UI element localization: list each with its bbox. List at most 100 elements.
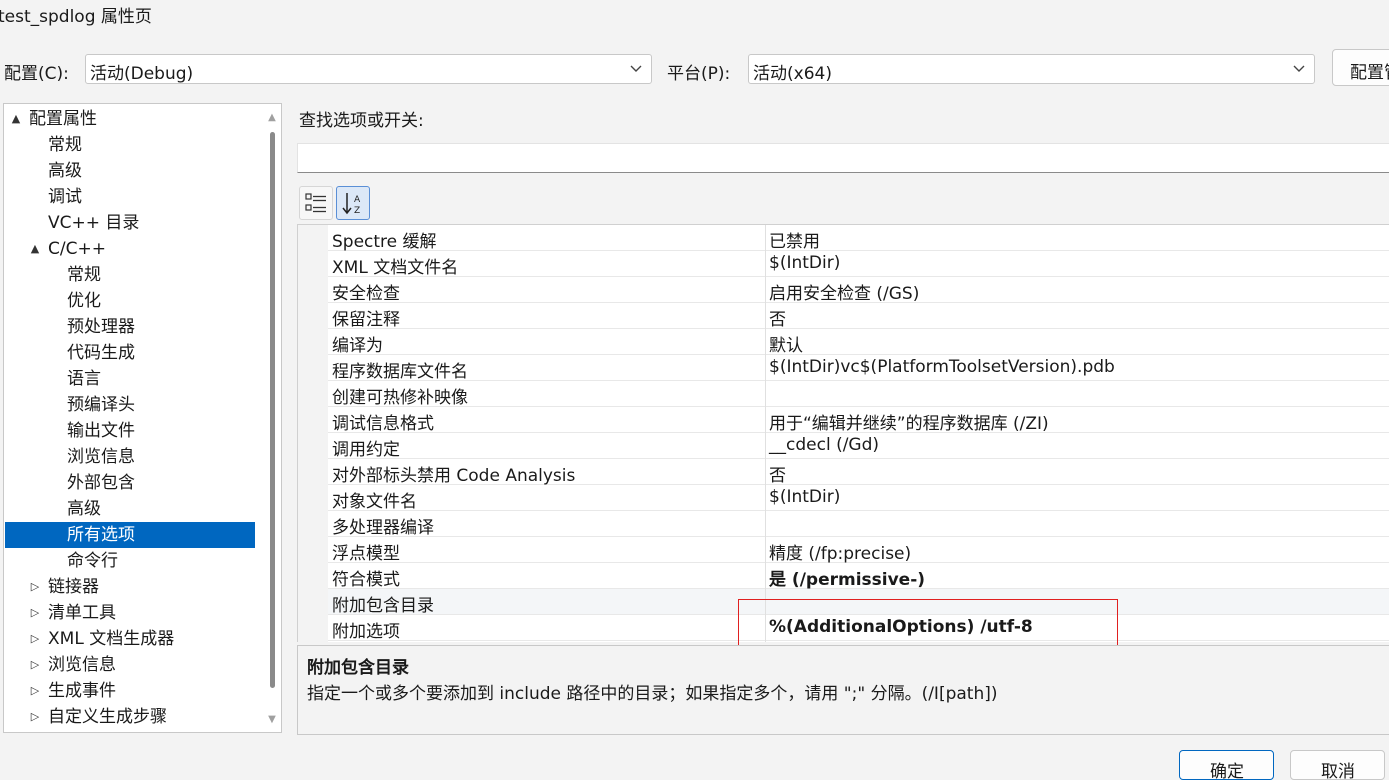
tree-item[interactable]: ▷ 浏览信息 bbox=[5, 652, 255, 678]
property-row[interactable]: 调用约定 __cdecl (/Gd) bbox=[328, 433, 1389, 460]
property-row[interactable]: 创建可热修补映像 bbox=[328, 381, 1389, 408]
property-value[interactable]: $(IntDir) bbox=[769, 487, 840, 507]
scroll-up-icon[interactable]: ▲ bbox=[266, 112, 278, 124]
property-value[interactable]: $(IntDir) bbox=[769, 253, 840, 273]
tree-scrollbar[interactable]: ▲ ▼ bbox=[265, 106, 279, 730]
property-row[interactable]: 编译为 默认 bbox=[328, 329, 1389, 356]
expanded-arrow-icon[interactable]: ▲ bbox=[29, 236, 41, 262]
property-grid[interactable]: Spectre 缓解 已禁用 XML 文档文件名 $(IntDir) 安全检查 启用安全检… bbox=[297, 224, 1389, 642]
property-tree[interactable]: ▲ 配置属性 常规 高级 调试 VC++ 目录 ▲ C/C++ 常规 优化 预处理器 代码生成 语言 预编… bbox=[3, 103, 282, 733]
collapsed-arrow-icon[interactable]: ▷ bbox=[29, 626, 41, 652]
tree-item-label: 常规 bbox=[48, 135, 82, 155]
categorized-view-button[interactable] bbox=[299, 186, 333, 220]
platform-dropdown[interactable]: 活动(x64) bbox=[748, 54, 1315, 84]
collapsed-arrow-icon[interactable]: ▷ bbox=[29, 704, 41, 730]
property-name: Spectre 缓解 bbox=[332, 232, 437, 252]
window-title: test_spdlog 属性页 bbox=[0, 7, 152, 27]
tree-item[interactable]: VC++ 目录 bbox=[5, 210, 255, 236]
tree-item-label: 常规 bbox=[67, 265, 101, 285]
tree-item-label: XML 文档生成器 bbox=[48, 629, 175, 649]
tree-item-label: 自定义生成步骤 bbox=[48, 707, 167, 727]
property-value[interactable]: 用于“编辑并继续”的程序数据库 (/ZI) bbox=[769, 409, 1049, 434]
property-value[interactable]: 精度 (/fp:precise) bbox=[769, 539, 911, 564]
property-name: 调用约定 bbox=[332, 440, 400, 460]
property-row[interactable]: 多处理器编译 bbox=[328, 511, 1389, 538]
property-row[interactable]: 保留注释 否 bbox=[328, 303, 1389, 330]
tree-item-label: C/C++ bbox=[48, 239, 106, 259]
property-value[interactable]: __cdecl (/Gd) bbox=[769, 435, 879, 455]
tree-item[interactable]: 命令行 bbox=[5, 548, 255, 574]
config-manager-button[interactable]: 配置管理器(O)... bbox=[1332, 49, 1389, 86]
property-value[interactable]: 否 bbox=[769, 305, 786, 330]
property-value[interactable]: 是 (/permissive-) bbox=[769, 565, 925, 590]
platform-label: 平台(P): bbox=[667, 64, 731, 84]
config-dropdown[interactable]: 活动(Debug) bbox=[85, 54, 652, 84]
tree-item[interactable]: 输出文件 bbox=[5, 418, 255, 444]
tree-item[interactable]: 外部包含 bbox=[5, 470, 255, 496]
tree-item-label: 清单工具 bbox=[48, 603, 116, 623]
collapsed-arrow-icon[interactable]: ▷ bbox=[29, 574, 41, 600]
property-value[interactable]: 默认 bbox=[769, 331, 803, 356]
property-row[interactable]: 程序数据库文件名 $(IntDir)vc$(PlatformToolsetVers… bbox=[328, 355, 1389, 382]
tree-item[interactable]: 高级 bbox=[5, 158, 255, 184]
tree-item[interactable]: 常规 bbox=[5, 132, 255, 158]
search-label: 查找选项或开关: bbox=[299, 111, 424, 131]
annotation-highlight-box bbox=[738, 599, 1118, 649]
tree-item[interactable]: ▷ XML 文档生成器 bbox=[5, 626, 255, 652]
tree-item[interactable]: 优化 bbox=[5, 288, 255, 314]
property-row[interactable]: 对外部标头禁用 Code Analysis 否 bbox=[328, 459, 1389, 486]
property-name: 附加包含目录 bbox=[332, 596, 434, 616]
search-input[interactable] bbox=[297, 143, 1389, 173]
property-name: 保留注释 bbox=[332, 310, 400, 330]
tree-item[interactable]: ▷ 生成事件 bbox=[5, 678, 255, 704]
property-row[interactable]: 安全检查 启用安全检查 (/GS) bbox=[328, 277, 1389, 304]
tree-item[interactable]: 调试 bbox=[5, 184, 255, 210]
property-row[interactable]: 浮点模型 精度 (/fp:precise) bbox=[328, 537, 1389, 564]
ok-button[interactable]: 确定 bbox=[1179, 750, 1274, 780]
property-row[interactable]: Spectre 缓解 已禁用 bbox=[328, 225, 1389, 252]
config-value: 活动(Debug) bbox=[90, 64, 194, 84]
collapsed-arrow-icon[interactable]: ▷ bbox=[29, 678, 41, 704]
tree-item[interactable]: 代码生成 bbox=[5, 340, 255, 366]
chevron-down-icon bbox=[630, 65, 642, 72]
title-bar: test_spdlog 属性页 bbox=[0, 0, 1389, 34]
property-value[interactable]: 启用安全检查 (/GS) bbox=[769, 279, 919, 304]
property-row[interactable]: 符合模式 是 (/permissive-) bbox=[328, 563, 1389, 590]
scroll-down-icon[interactable]: ▼ bbox=[266, 714, 278, 726]
tree-item[interactable]: 预处理器 bbox=[5, 314, 255, 340]
property-row[interactable]: XML 文档文件名 $(IntDir) bbox=[328, 251, 1389, 278]
tree-item-label: 预处理器 bbox=[67, 317, 135, 337]
property-row[interactable]: 调试信息格式 用于“编辑并继续”的程序数据库 (/ZI) bbox=[328, 407, 1389, 434]
config-manager-label: 配置管理器(O)... bbox=[1350, 63, 1389, 83]
tree-item[interactable]: ▲ 配置属性 bbox=[5, 106, 255, 132]
property-row[interactable]: 对象文件名 $(IntDir) bbox=[328, 485, 1389, 512]
tree-item[interactable]: ▷ 链接器 bbox=[5, 574, 255, 600]
property-value[interactable]: 已禁用 bbox=[769, 227, 820, 252]
tree-item-label: 代码生成 bbox=[67, 343, 135, 363]
property-value[interactable]: 否 bbox=[769, 461, 786, 486]
sort-alphabetical-icon: A Z bbox=[342, 193, 361, 216]
tree-item[interactable]: 语言 bbox=[5, 366, 255, 392]
property-value[interactable]: $(IntDir)vc$(PlatformToolsetVersion).pdb bbox=[769, 357, 1115, 377]
scrollbar-thumb[interactable] bbox=[270, 132, 275, 688]
tree-item[interactable]: 高级 bbox=[5, 496, 255, 522]
sort-alphabetical-button[interactable]: A Z bbox=[336, 186, 370, 220]
tree-item-label: 配置属性 bbox=[29, 109, 97, 129]
cancel-button[interactable]: 取消 bbox=[1290, 750, 1385, 780]
tree-item[interactable]: 所有选项 bbox=[5, 522, 255, 548]
tree-item[interactable]: ▲ C/C++ bbox=[5, 236, 255, 262]
cancel-label: 取消 bbox=[1321, 762, 1355, 780]
collapsed-arrow-icon[interactable]: ▷ bbox=[29, 652, 41, 678]
tree-item[interactable]: 预编译头 bbox=[5, 392, 255, 418]
tree-item[interactable]: ▷ 自定义生成步骤 bbox=[5, 704, 255, 730]
ok-label: 确定 bbox=[1210, 762, 1244, 780]
tree-item-label: 高级 bbox=[48, 161, 82, 181]
tree-item[interactable]: ▷ 清单工具 bbox=[5, 600, 255, 626]
collapsed-arrow-icon[interactable]: ▷ bbox=[29, 600, 41, 626]
column-divider[interactable] bbox=[765, 225, 766, 642]
expanded-arrow-icon[interactable]: ▲ bbox=[10, 106, 22, 132]
description-panel: 附加包含目录 指定一个或多个要添加到 include 路径中的目录；如果指定多个… bbox=[297, 645, 1389, 735]
property-name: 多处理器编译 bbox=[332, 518, 434, 538]
tree-item[interactable]: 常规 bbox=[5, 262, 255, 288]
tree-item[interactable]: 浏览信息 bbox=[5, 444, 255, 470]
